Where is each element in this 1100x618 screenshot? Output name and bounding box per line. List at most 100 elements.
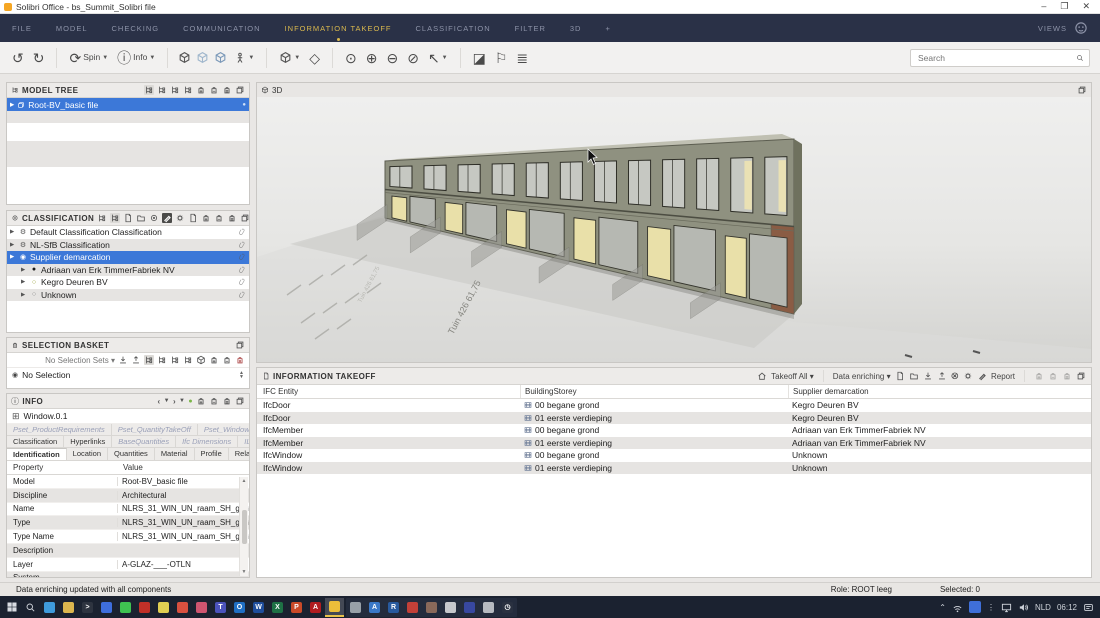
taskbar-chrome-icon[interactable]	[173, 598, 192, 617]
tree-view1-icon[interactable]	[144, 85, 154, 95]
info-tab[interactable]: Identification	[7, 448, 67, 460]
basket-add-icon[interactable]	[196, 85, 206, 95]
clear-takeoff-icon[interactable]: ⊗	[951, 371, 959, 382]
search-input[interactable]	[916, 52, 1072, 64]
takeoff-settings-icon[interactable]	[963, 371, 973, 381]
taskbar-teams-icon[interactable]: T	[211, 598, 230, 617]
export-down-icon[interactable]	[118, 355, 128, 365]
volume-icon[interactable]	[1018, 602, 1029, 613]
close-button[interactable]: ✕	[1082, 1, 1090, 12]
taskbar-chat-icon[interactable]	[97, 598, 116, 617]
property-row[interactable]: Type NLRS_31_WIN_UN_raam_SH_genv...	[7, 516, 249, 530]
panel-restore-icon[interactable]	[240, 213, 250, 223]
basket-clear-icon[interactable]	[235, 355, 245, 365]
report-button[interactable]: Report	[991, 372, 1015, 381]
takeoff-row[interactable]: IfcWindow 00 begane grond Unknown	[257, 449, 1091, 462]
tree-view2-icon[interactable]	[157, 85, 167, 95]
basket-remove-icon[interactable]	[209, 85, 219, 95]
transparent-components-icon[interactable]	[196, 51, 209, 64]
report-icon[interactable]	[977, 371, 987, 381]
menu-item[interactable]: CLASSIFICATION	[415, 24, 490, 33]
tree-view3-icon[interactable]	[170, 85, 180, 95]
show-components-icon[interactable]	[178, 51, 191, 64]
taskbar-notes-icon[interactable]	[154, 598, 173, 617]
selection-spinner[interactable]: ▲▼	[239, 371, 244, 379]
data-enriching-dropdown[interactable]: Data enriching ▾	[833, 372, 891, 381]
info-tab[interactable]: ILS	[238, 436, 250, 447]
info-tab[interactable]: Quantities	[108, 448, 155, 460]
tree-view2-icon[interactable]	[110, 213, 120, 223]
property-scrollbar[interactable]: ▲▼	[239, 477, 248, 576]
tree-view4-icon[interactable]	[183, 355, 193, 365]
taskbar-adobe-icon[interactable]: A	[306, 598, 325, 617]
takeoff-all-dropdown[interactable]: Takeoff All ▾	[771, 372, 814, 381]
open-classification-icon[interactable]	[136, 213, 146, 223]
view-preset-button[interactable]: ▼	[277, 51, 302, 64]
menu-item[interactable]: 3D	[570, 24, 582, 33]
map-marker-button[interactable]: ⚐	[493, 51, 510, 65]
info-tab[interactable]: BaseQuantities	[112, 436, 176, 447]
start-button[interactable]	[2, 598, 21, 617]
basket-remove-icon[interactable]	[1048, 371, 1058, 381]
taskbar-app6-icon[interactable]	[479, 598, 498, 617]
panel-restore-icon[interactable]	[1076, 371, 1086, 381]
display-icon[interactable]	[1001, 602, 1012, 613]
zoom-select-button[interactable]: ⊙	[343, 51, 359, 65]
takeoff-row[interactable]: IfcWindow 01 eerste verdieping Unknown	[257, 462, 1091, 475]
prev-component-button[interactable]: ‹	[158, 397, 161, 406]
selection-sets-dropdown[interactable]: No Selection Sets ▾	[45, 356, 115, 365]
new-classification-icon[interactable]	[123, 213, 133, 223]
layers-button[interactable]: ≣	[514, 51, 530, 65]
taskbar-whatsapp-icon[interactable]	[116, 598, 135, 617]
tray-chevron-icon[interactable]: ⌃	[939, 603, 946, 612]
tree-view1-icon[interactable]	[97, 213, 107, 223]
zoom-out-button[interactable]: ⊖	[384, 51, 400, 65]
wifi-icon[interactable]	[952, 602, 963, 613]
zoom-in-button[interactable]: ⊕	[364, 51, 380, 65]
taskbar-app2-icon[interactable]	[403, 598, 422, 617]
classification-settings-icon[interactable]	[175, 213, 185, 223]
taskbar-acrobat-icon[interactable]	[135, 598, 154, 617]
column-header-storey[interactable]: BuildingStorey	[520, 385, 788, 398]
column-header-entity[interactable]: IFC Entity	[257, 387, 520, 396]
classification-row[interactable]: ▶ ○ Unknown	[7, 289, 249, 302]
info-tab[interactable]: Ifc Dimensions	[176, 436, 238, 447]
new-definition-icon[interactable]	[895, 371, 905, 381]
classification-row[interactable]: ▶ ⚙ Default Classification Classificatio…	[7, 226, 249, 239]
info-tab[interactable]: Pset_WindowCommon	[198, 424, 250, 435]
model-tree-root-row[interactable]: ▸ Root-BV_basic file ●	[7, 98, 249, 111]
property-row[interactable]: Discipline Architectural	[7, 489, 249, 503]
menu-item[interactable]: MODEL	[56, 24, 88, 33]
taskbar-terminal-icon[interactable]: >	[78, 598, 97, 617]
viewport-3d-canvas[interactable]: Tuin 426 61,75 Tuin 426 61,75	[257, 97, 1091, 362]
tray-app-icon[interactable]	[969, 601, 981, 613]
takeoff-row[interactable]: IfcDoor 00 begane grond Kegro Deuren BV	[257, 399, 1091, 412]
tray-dots-icon[interactable]: ⋮	[987, 603, 995, 612]
basket-set-icon[interactable]	[227, 213, 237, 223]
panel-restore-icon[interactable]	[235, 396, 245, 406]
taskbar-explorer-icon[interactable]	[59, 598, 78, 617]
info-button[interactable]: ⓘ Info ▼	[115, 51, 157, 65]
import-icon[interactable]	[923, 371, 933, 381]
show-in-3d-icon[interactable]	[196, 355, 206, 365]
tree-view3-icon[interactable]	[170, 355, 180, 365]
info-tab[interactable]: Location	[67, 448, 108, 460]
taskbar-settings-icon[interactable]	[192, 598, 211, 617]
classification-row[interactable]: ▶ ● Adriaan van Erk TimmerFabriek NV	[7, 264, 249, 277]
notification-center-icon[interactable]	[1083, 602, 1094, 613]
tray-clock[interactable]: 06:12	[1057, 603, 1077, 612]
basket-remove-icon[interactable]	[209, 396, 219, 406]
export-icon[interactable]	[937, 371, 947, 381]
property-row[interactable]: Model Root-BV_basic file	[7, 475, 249, 489]
undo-button[interactable]: ↺	[10, 51, 26, 65]
minimize-button[interactable]: –	[1041, 1, 1046, 12]
info-tab[interactable]: Hyperlinks	[64, 436, 112, 447]
taskbar-excel-icon[interactable]: X	[268, 598, 287, 617]
spin-button[interactable]: ⟳ Spin ▼	[67, 51, 110, 65]
info-tab[interactable]: Relations	[229, 448, 250, 460]
menu-item[interactable]: +	[605, 24, 610, 33]
info-tab[interactable]: Pset_ProductRequirements	[7, 424, 112, 435]
classification-row[interactable]: ▶ ⚙ NL-SfB Classification	[7, 239, 249, 252]
basket-add-icon[interactable]	[209, 355, 219, 365]
maximize-button[interactable]: ❐	[1060, 1, 1068, 12]
